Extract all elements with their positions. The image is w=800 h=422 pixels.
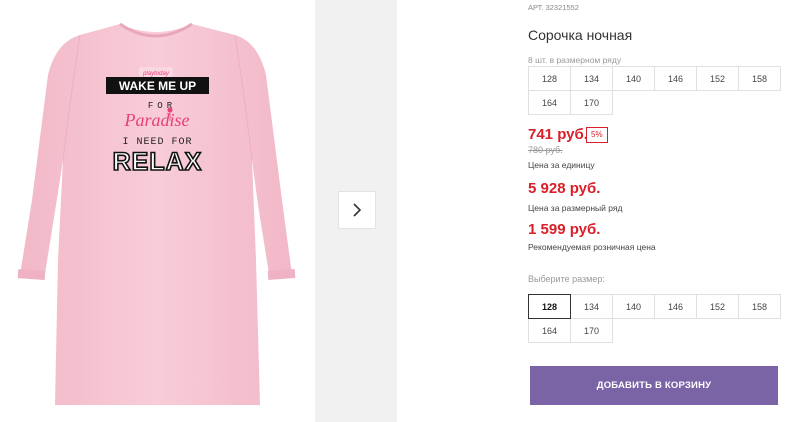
- size-set-cell: 146: [654, 66, 697, 91]
- product-info: АРТ. 32321552 Сорочка ночная 8 шт. в раз…: [528, 0, 800, 422]
- chevron-right-icon: [353, 203, 362, 217]
- next-image-button[interactable]: [338, 191, 376, 229]
- size-set-cell: 140: [612, 66, 655, 91]
- size-set-note: 8 шт. в размерном ряду: [528, 55, 622, 65]
- print-line-4: I NEED FOR: [122, 137, 192, 148]
- size-set-cell: 152: [696, 66, 739, 91]
- size-option-selected[interactable]: 128: [528, 294, 571, 319]
- print-line-5: RELAX: [113, 148, 203, 176]
- flamingo-icon: [167, 107, 173, 113]
- product-image: playtoday WAKE ME UP FOR Paradise I NEED…: [0, 0, 315, 422]
- nightgown-illustration: playtoday WAKE ME UP FOR Paradise I NEED…: [17, 22, 296, 405]
- set-price: 5 928 руб.: [528, 180, 601, 197]
- size-set-cell: 128: [528, 66, 571, 91]
- size-option[interactable]: 146: [654, 294, 697, 319]
- left-cuff: [17, 269, 46, 280]
- size-picker-grid: 128 134 140 146 152 158 164 170: [528, 294, 781, 343]
- size-set-grid: 128 134 140 146 152 158 164 170: [528, 66, 781, 115]
- size-option[interactable]: 164: [528, 318, 571, 343]
- size-set-cell: 158: [738, 66, 781, 91]
- rrp-price-label: Рекомендуемая розничная цена: [528, 242, 656, 252]
- set-price-label: Цена за размерный ряд: [528, 203, 623, 213]
- product-title: Сорочка ночная: [528, 27, 633, 43]
- right-cuff: [267, 269, 296, 280]
- brand-label: playtoday: [142, 71, 170, 77]
- size-option[interactable]: 140: [612, 294, 655, 319]
- print-line-1: WAKE ME UP: [119, 79, 196, 93]
- old-price: 780 руб.: [528, 145, 563, 155]
- rrp-price: 1 599 руб.: [528, 221, 601, 238]
- discount-badge: 5%: [586, 127, 608, 143]
- choose-size-label: Выберите размер:: [528, 274, 605, 284]
- product-sku: АРТ. 32321552: [528, 3, 579, 12]
- size-option[interactable]: 158: [738, 294, 781, 319]
- size-option[interactable]: 134: [570, 294, 613, 319]
- size-set-cell: 170: [570, 90, 613, 115]
- size-option[interactable]: 170: [570, 318, 613, 343]
- size-set-cell: 164: [528, 90, 571, 115]
- print-line-3: Paradise: [124, 110, 190, 130]
- size-option[interactable]: 152: [696, 294, 739, 319]
- unit-price: 741 руб.: [528, 126, 588, 143]
- size-set-cell: 134: [570, 66, 613, 91]
- add-to-cart-button[interactable]: ДОБАВИТЬ В КОРЗИНУ: [530, 366, 778, 405]
- unit-price-label: Цена за единицу: [528, 160, 595, 170]
